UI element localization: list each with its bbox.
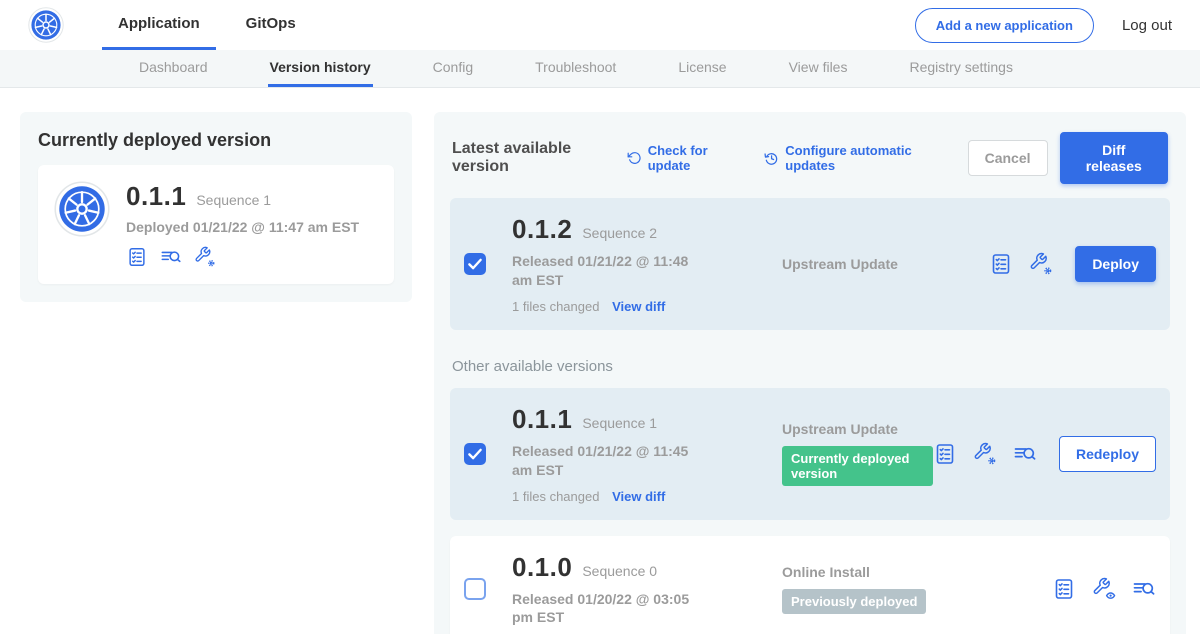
currently-deployed-panel: Currently deployed version 0.1.1 Sequenc…: [20, 112, 412, 302]
other-versions-label: Other available versions: [452, 358, 1168, 375]
logs-icon[interactable]: [160, 246, 182, 268]
subtab-troubleshoot[interactable]: Troubleshoot: [533, 50, 618, 87]
tab-application-label: Application: [118, 15, 200, 32]
files-changed: 1 files changed: [512, 489, 599, 504]
config-edit-icon[interactable]: [973, 442, 997, 466]
add-application-button[interactable]: Add a new application: [915, 8, 1094, 43]
version-row-0-1-2: 0.1.2 Sequence 2 Released 01/21/22 @ 11:…: [450, 198, 1170, 330]
latest-version-title: Latest available version: [452, 140, 613, 176]
subtab-config[interactable]: Config: [431, 50, 475, 87]
main-content: Currently deployed version 0.1.1 Sequenc…: [0, 88, 1200, 634]
configure-auto-updates-link[interactable]: Configure automatic updates: [764, 143, 945, 173]
currently-deployed-badge: Currently deployed version: [782, 446, 933, 486]
version-checkbox[interactable]: [464, 253, 486, 275]
k8s-app-icon: [54, 181, 110, 268]
files-changed: 1 files changed: [512, 299, 599, 314]
checklist-icon[interactable]: [989, 252, 1013, 276]
logs-icon[interactable]: [1132, 577, 1156, 601]
version-row-0-1-0: 0.1.0 Sequence 0 Released 01/20/22 @ 03:…: [450, 536, 1170, 634]
tab-gitops[interactable]: GitOps: [230, 0, 312, 50]
version-source: Upstream Update: [782, 256, 989, 272]
version-source: Online Install: [782, 564, 1052, 580]
previously-deployed-badge: Previously deployed: [782, 589, 926, 614]
checklist-icon[interactable]: [126, 246, 148, 268]
subtab-version-history[interactable]: Version history: [268, 50, 373, 87]
tab-gitops-label: GitOps: [246, 15, 296, 32]
version-source: Upstream Update: [782, 421, 933, 437]
cancel-button[interactable]: Cancel: [968, 140, 1048, 176]
top-tabs: Application GitOps: [102, 0, 326, 50]
config-edit-icon[interactable]: [1029, 252, 1053, 276]
check-icon: [466, 445, 484, 463]
deployed-version-number: 0.1.1: [126, 181, 186, 212]
refresh-icon: [627, 150, 641, 166]
checklist-icon[interactable]: [933, 442, 957, 466]
sub-nav: Dashboard Version history Config Trouble…: [0, 50, 1200, 88]
version-number: 0.1.0: [512, 552, 572, 583]
version-row-0-1-1: 0.1.1 Sequence 1 Released 01/21/22 @ 11:…: [450, 388, 1170, 520]
subtab-license[interactable]: License: [676, 50, 728, 87]
version-history-panel: Latest available version Check for updat…: [434, 112, 1186, 634]
version-number: 0.1.2: [512, 214, 572, 245]
logout-button[interactable]: Log out: [1122, 17, 1172, 34]
version-sequence: Sequence 0: [582, 563, 657, 579]
check-for-update-link[interactable]: Check for update: [627, 143, 742, 173]
tab-application[interactable]: Application: [102, 0, 216, 50]
subtab-view-files[interactable]: View files: [787, 50, 850, 87]
view-diff-link[interactable]: View diff: [612, 489, 665, 504]
app-logo-icon: [28, 7, 64, 43]
version-checkbox[interactable]: [464, 578, 486, 600]
version-sequence: Sequence 2: [582, 225, 657, 241]
config-edit-icon[interactable]: [194, 246, 216, 268]
deployed-sequence: Sequence 1: [196, 192, 271, 208]
auto-update-icon: [764, 150, 779, 167]
currently-deployed-title: Currently deployed version: [38, 130, 394, 151]
deploy-button[interactable]: Deploy: [1075, 246, 1156, 282]
latest-version-header: Latest available version Check for updat…: [452, 132, 1168, 184]
released-date: Released 01/21/22 @ 11:48 am EST: [512, 252, 704, 290]
deployed-version-card: 0.1.1 Sequence 1 Deployed 01/21/22 @ 11:…: [38, 165, 394, 284]
config-view-icon[interactable]: [1092, 577, 1116, 601]
redeploy-button[interactable]: Redeploy: [1059, 436, 1156, 472]
version-checkbox[interactable]: [464, 443, 486, 465]
top-nav: Application GitOps Add a new application…: [0, 0, 1200, 50]
diff-releases-button[interactable]: Diff releases: [1060, 132, 1168, 184]
version-number: 0.1.1: [512, 404, 572, 435]
released-date: Released 01/21/22 @ 11:45 am EST: [512, 442, 704, 480]
checklist-icon[interactable]: [1052, 577, 1076, 601]
check-icon: [466, 255, 484, 273]
view-diff-link[interactable]: View diff: [612, 299, 665, 314]
subtab-registry-settings[interactable]: Registry settings: [907, 50, 1014, 87]
released-date: Released 01/20/22 @ 03:05 pm EST: [512, 590, 704, 628]
version-sequence: Sequence 1: [582, 415, 657, 431]
subtab-dashboard[interactable]: Dashboard: [137, 50, 210, 87]
logs-icon[interactable]: [1013, 442, 1037, 466]
deployed-date: Deployed 01/21/22 @ 11:47 am EST: [126, 219, 359, 235]
